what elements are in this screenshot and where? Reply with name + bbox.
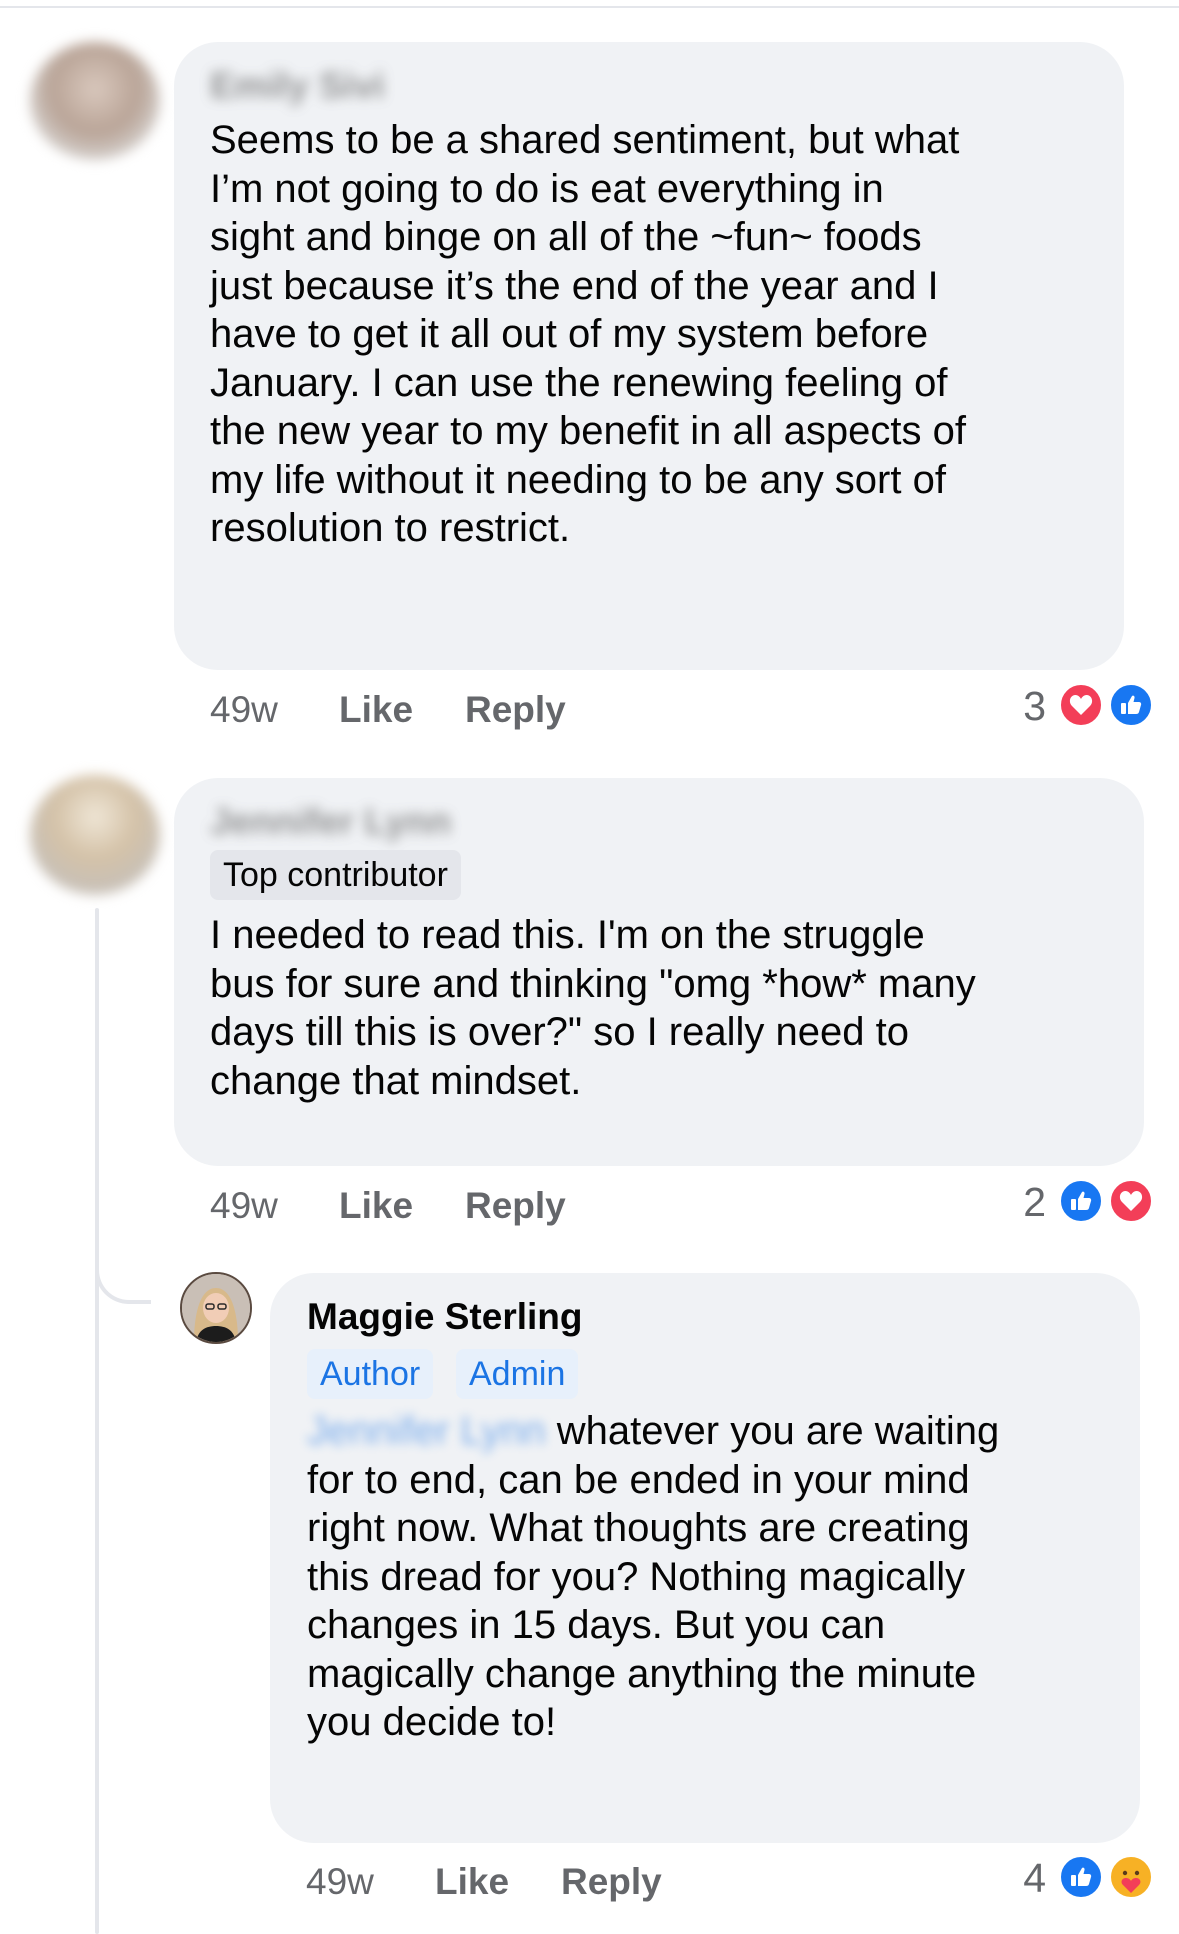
comment-timestamp[interactable]: 49w [210,1184,278,1228]
care-icon[interactable] [1108,1854,1154,1900]
comment-text: Jennifer Lynn whatever you are waiting f… [307,1409,1000,1744]
like-icon[interactable] [1108,682,1154,728]
comment-text: Seems to be a shared sentiment, but what… [210,118,966,550]
like-icon[interactable] [1058,1854,1104,1900]
comment-timestamp[interactable]: 49w [306,1860,374,1904]
top-divider [0,6,1179,8]
like-button[interactable]: Like [435,1860,509,1904]
reaction-count[interactable]: 2 [1000,1178,1046,1226]
reply-bubble: Maggie Sterling Author Admin Jennifer Ly… [270,1273,1140,1843]
reply-thread-line [95,908,99,1934]
reply-thread-elbow [95,1240,151,1304]
admin-badge[interactable]: Admin [456,1349,579,1399]
comment-bubble: Jennifer Lynn Top contributor I needed t… [174,778,1144,1166]
love-icon[interactable] [1058,682,1104,728]
love-icon[interactable] [1108,1178,1154,1224]
comment-author-name[interactable]: Jennifer Lynn [210,800,451,844]
like-button[interactable]: Like [339,688,413,732]
avatar[interactable] [30,42,160,160]
comment-author-name[interactable]: Maggie Sterling [307,1295,582,1339]
mention-link[interactable]: Jennifer Lynn [307,1409,546,1453]
comment-bubble: Emily Sivi Seems to be a shared sentimen… [174,42,1124,670]
top-contributor-badge[interactable]: Top contributor [210,850,461,900]
like-button[interactable]: Like [339,1184,413,1228]
comment-author-name[interactable]: Emily Sivi [210,64,385,108]
profile-photo-icon [182,1274,250,1342]
reaction-count[interactable]: 4 [1000,1854,1046,1902]
avatar[interactable] [180,1272,252,1344]
comment-text: I needed to read this. I'm on the strugg… [210,913,976,1103]
reply-button[interactable]: Reply [465,688,566,732]
like-icon[interactable] [1058,1178,1104,1224]
reaction-count[interactable]: 3 [1000,682,1046,730]
avatar[interactable] [30,775,160,895]
author-badge[interactable]: Author [307,1349,434,1399]
comment-timestamp[interactable]: 49w [210,688,278,732]
reply-button[interactable]: Reply [561,1860,662,1904]
reply-button[interactable]: Reply [465,1184,566,1228]
